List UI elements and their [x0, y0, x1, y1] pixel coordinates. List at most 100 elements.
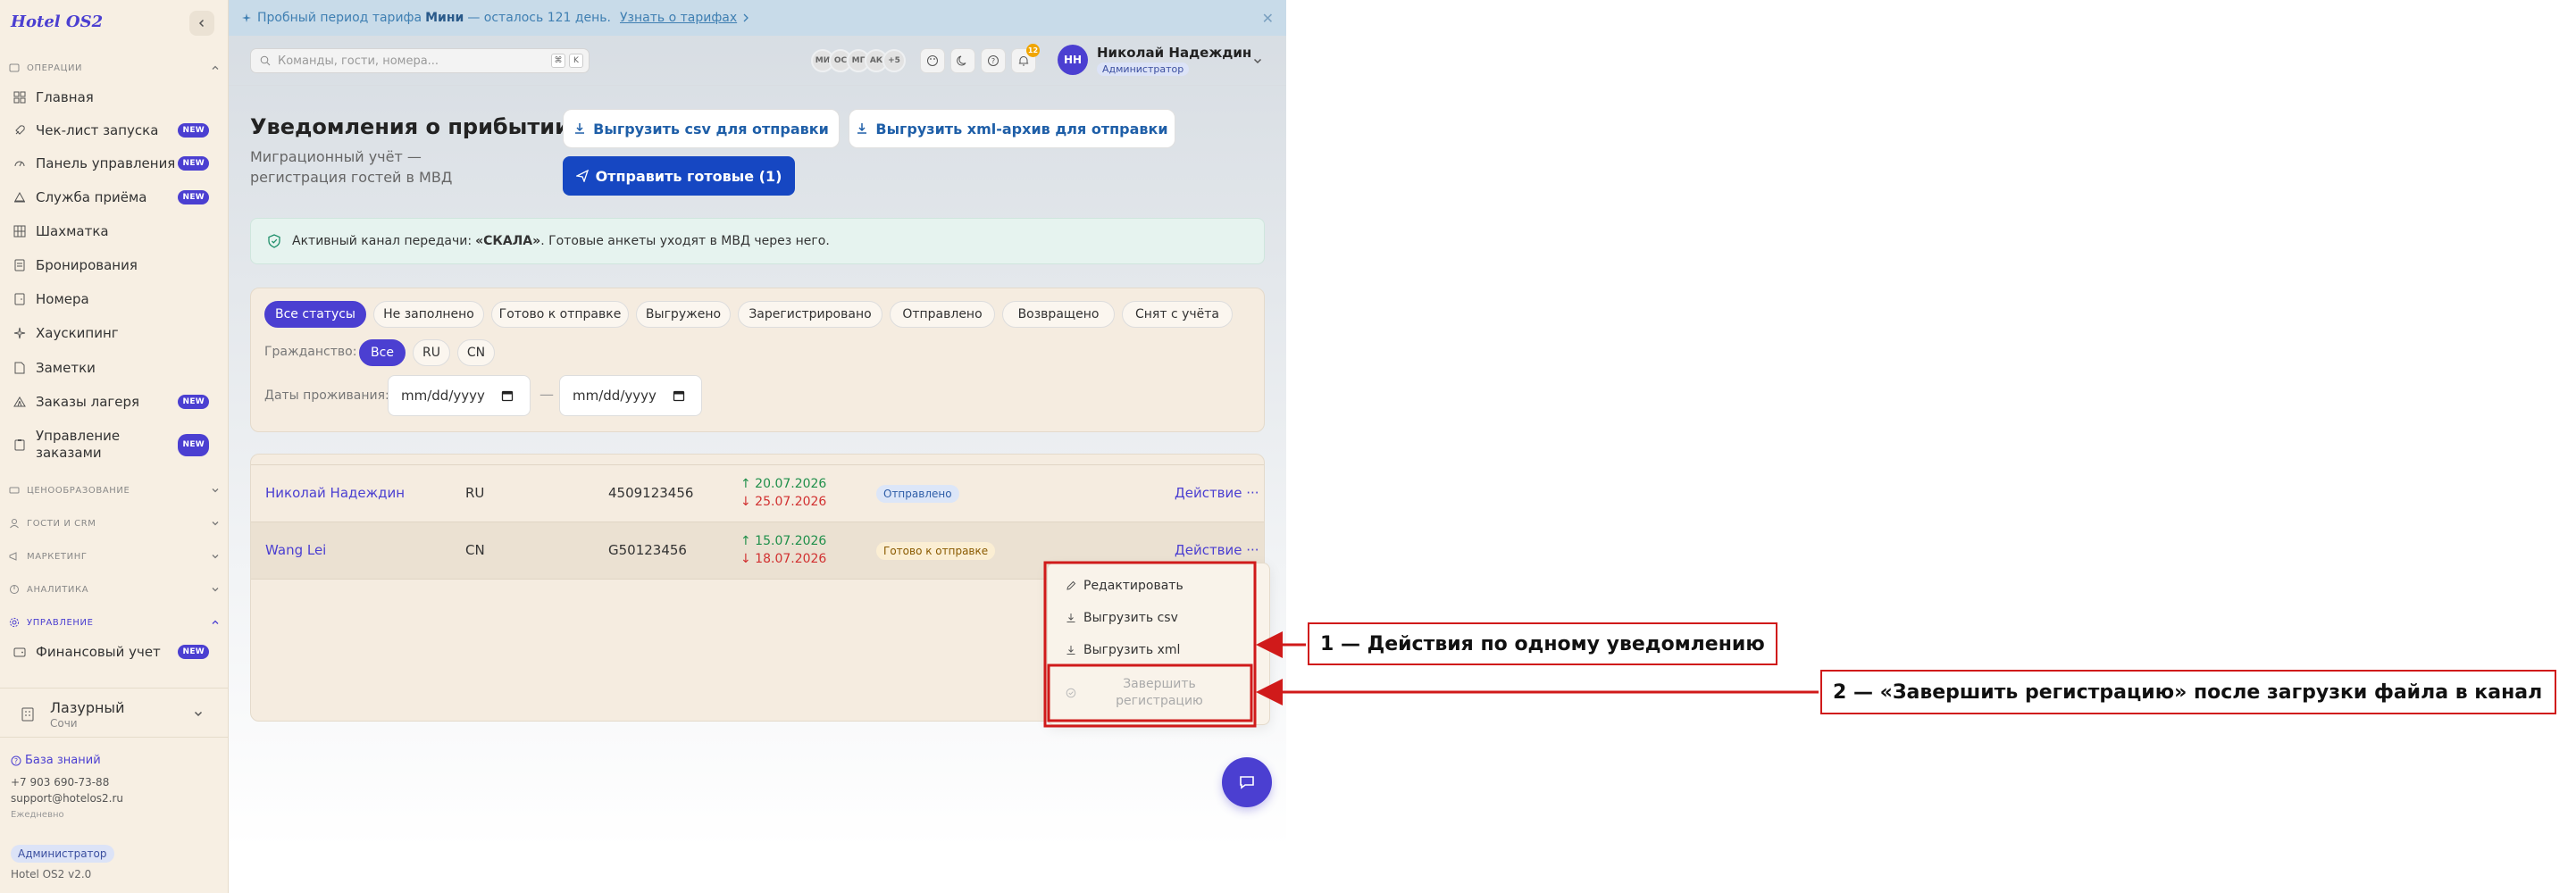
sidebar-item-housekeeping[interactable]: Хаускипинг: [7, 320, 214, 346]
new-badge: NEW: [178, 190, 209, 204]
calendar-icon[interactable]: [673, 389, 685, 402]
sidebar-item-control-panel[interactable]: Панель управления NEW: [7, 150, 214, 177]
filter-citizenship-cn[interactable]: CN: [457, 339, 495, 366]
knowledge-base-link[interactable]: ? База знаний: [11, 754, 101, 767]
hotel-switcher[interactable]: Лазурный Сочи: [0, 688, 229, 738]
date-to-input[interactable]: mm/dd/yyyy: [559, 375, 702, 416]
user-menu[interactable]: НН Николай Надеждин Администратор: [1058, 43, 1272, 79]
send-ready-button[interactable]: Отправить готовые (1): [563, 156, 795, 196]
section-management[interactable]: УПРАВЛЕНИЕ: [9, 614, 220, 630]
dark-mode-button[interactable]: [950, 48, 975, 73]
support-email[interactable]: support@hotelos2.ru: [11, 792, 123, 805]
calendar-icon[interactable]: [501, 389, 514, 402]
sidebar-item-chessboard[interactable]: Шахматка: [7, 218, 214, 245]
export-csv-button[interactable]: Выгрузить csv для отправки: [563, 109, 840, 148]
filter-status-not-filled[interactable]: Не заполнено: [373, 301, 484, 328]
sidebar: Hotel OS2 ОПЕРАЦИИ Главная Чек-лист запу…: [0, 0, 229, 893]
collapse-sidebar-button[interactable]: [189, 11, 214, 36]
avatar-more[interactable]: +5: [882, 49, 906, 72]
chat-button[interactable]: [1222, 757, 1272, 807]
section-operations[interactable]: ОПЕРАЦИИ: [9, 60, 220, 76]
chevron-down-icon: [211, 519, 220, 528]
svg-text:?: ?: [14, 757, 18, 765]
download-icon: [573, 122, 586, 135]
section-analytics[interactable]: АНАЛИТИКА: [9, 581, 220, 597]
menu-item-edit[interactable]: Редактировать: [1066, 574, 1183, 597]
layers-icon: [9, 62, 21, 74]
section-guests-crm[interactable]: ГОСТИ И CRM: [9, 515, 220, 531]
shield-check-icon: [267, 234, 281, 248]
row-action-button[interactable]: Действие ···: [1175, 485, 1259, 501]
arrival-date: ↑ 15.07.2026: [740, 534, 827, 548]
sidebar-item-finance[interactable]: Финансовый учет NEW: [7, 638, 214, 665]
filter-status-all[interactable]: Все статусы: [264, 301, 366, 328]
tariffs-link[interactable]: Узнать о тарифах: [620, 11, 737, 25]
notifications-count: 12: [1026, 44, 1040, 57]
sidebar-item-notes[interactable]: Заметки: [7, 355, 214, 381]
close-banner-button[interactable]: ✕: [1262, 10, 1274, 27]
channel-name: «СКАЛА»: [475, 234, 541, 248]
section-marketing[interactable]: МАРКЕТИНГ: [9, 548, 220, 564]
chat-icon: [1240, 776, 1254, 789]
support-phone[interactable]: +7 903 690-73-88: [11, 776, 109, 789]
filter-status-ready[interactable]: Готово к отправке: [491, 301, 629, 328]
status-badge: Отправлено: [876, 485, 959, 503]
sidebar-item-front-desk[interactable]: Служба приёма NEW: [7, 184, 214, 211]
date-from-input[interactable]: mm/dd/yyyy: [388, 375, 531, 416]
table-row[interactable]: Николай Надеждин RU 4509123456 ↑ 20.07.2…: [251, 465, 1264, 522]
new-badge: NEW: [178, 433, 209, 456]
room-icon: [13, 292, 27, 306]
page-title: Уведомления о прибытии: [250, 114, 570, 139]
chevron-down-icon: [193, 708, 204, 719]
section-pricing[interactable]: ЦЕНООБРАЗОВАНИЕ: [9, 482, 220, 498]
main-content: Пробный период тарифа Мини — осталось 12…: [229, 0, 1286, 893]
sidebar-item-rooms[interactable]: Номера: [7, 286, 214, 313]
wallet-icon: [13, 645, 27, 659]
row-action-button[interactable]: Действие ···: [1175, 542, 1259, 558]
filter-citizenship-all[interactable]: Все: [359, 339, 406, 366]
channel-suffix: . Готовые анкеты уходят в МВД через него…: [540, 234, 830, 248]
chevron-down-icon: [1252, 55, 1263, 66]
menu-item-label: Завершить регистрацию: [1116, 677, 1203, 708]
section-label: УПРАВЛЕНИЕ: [27, 617, 94, 628]
sparkle-icon: [241, 13, 252, 23]
menu-item-label: Выгрузить xml: [1083, 643, 1181, 657]
guest-name-link[interactable]: Wang Lei: [265, 542, 326, 558]
help-button[interactable]: ?: [981, 48, 1006, 73]
filter-status-sent[interactable]: Отправлено: [890, 301, 995, 328]
export-xml-button[interactable]: Выгрузить xml-архив для отправки: [849, 109, 1175, 148]
megaphone-icon: [9, 550, 21, 563]
avatar: НН: [1058, 45, 1088, 75]
sidebar-item-launch-checklist[interactable]: Чек-лист запуска NEW: [7, 117, 214, 144]
online-avatars[interactable]: МИ ОС МГ АК +5: [811, 49, 906, 72]
sidebar-item-bookings[interactable]: Бронирования: [7, 252, 214, 279]
filter-citizenship-ru[interactable]: RU: [413, 339, 450, 366]
sidebar-item-order-management[interactable]: Управление заказами NEW: [7, 426, 214, 463]
notifications-button[interactable]: 12: [1011, 44, 1040, 73]
annotation-one-label: 1 — Действия по одному уведомлению: [1308, 622, 1777, 665]
sidebar-item-label: Панель управления: [36, 155, 176, 171]
date-separator: —: [539, 386, 554, 403]
filter-status-deregistered[interactable]: Снят с учёта: [1122, 301, 1233, 328]
theme-palette-button[interactable]: [920, 48, 945, 73]
filter-status-exported[interactable]: Выгружено: [636, 301, 731, 328]
export-csv-label: Выгрузить csv для отправки: [593, 120, 829, 138]
menu-item-export-csv[interactable]: Выгрузить csv: [1066, 606, 1178, 630]
brand-logo[interactable]: Hotel OS2: [11, 13, 103, 31]
search-input[interactable]: Команды, гости, номера... ⌘ K: [250, 48, 590, 73]
row-actions-menu: Редактировать Выгрузить csv Выгрузить xm…: [1047, 563, 1270, 725]
filter-status-registered[interactable]: Зарегистрировано: [738, 301, 882, 328]
check-circle-icon: [1066, 688, 1076, 698]
citizenship-label: Гражданство:: [264, 345, 357, 359]
sidebar-item-camp-orders[interactable]: Заказы лагеря NEW: [7, 388, 214, 415]
sidebar-item-label: Заметки: [36, 360, 96, 376]
new-badge: NEW: [178, 123, 209, 138]
sidebar-item-home[interactable]: Главная: [7, 84, 214, 111]
guest-document: G50123456: [608, 542, 687, 558]
guest-name-link[interactable]: Николай Надеждин: [265, 485, 405, 501]
kbd-k: K: [569, 54, 583, 68]
building-icon: [20, 706, 36, 722]
filter-status-returned[interactable]: Возвращено: [1002, 301, 1115, 328]
menu-item-finish-registration[interactable]: Завершить регистрацию: [1066, 671, 1253, 715]
menu-item-export-xml[interactable]: Выгрузить xml: [1066, 638, 1180, 662]
